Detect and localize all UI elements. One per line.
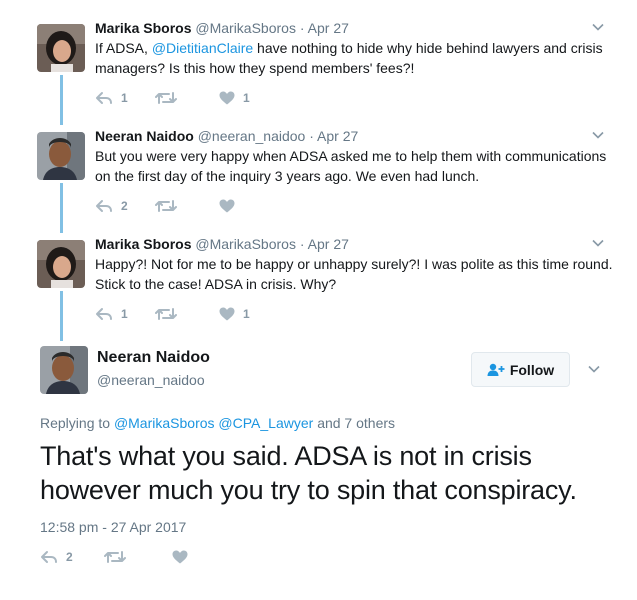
heart-icon [219,91,235,105]
chevron-down-icon[interactable] [591,128,605,142]
tweet-actions: 1 1 [95,91,277,105]
retweet-button[interactable] [155,307,193,321]
follow-user-icon [487,363,505,376]
like-count: 1 [243,91,250,105]
tweet-date[interactable]: Apr 27 [308,236,349,252]
author-name[interactable]: Marika Sboros [95,236,191,252]
tweet-header: Marika Sboros @MarikaSboros · Apr 27 [95,236,349,252]
avatar[interactable] [37,240,85,288]
mention-link[interactable]: @MarikaSboros [114,415,215,431]
thread-tweet[interactable]: Marika Sboros @MarikaSboros · Apr 27 If … [0,20,637,115]
author-handle[interactable]: @MarikaSboros [195,236,296,252]
author-handle[interactable]: @neeran_naidoo [97,372,205,388]
chevron-down-icon[interactable] [591,236,605,250]
tweet-actions: 2 [95,199,277,213]
tweet-text: If ADSA, @DietitianClaire have nothing t… [95,38,615,78]
reply-count: 1 [121,91,128,105]
reply-icon [41,551,57,563]
tweet-header: Neeran Naidoo @neeran_naidoo · Apr 27 [95,128,358,144]
follow-label: Follow [509,361,555,378]
like-count: 1 [243,307,250,321]
heart-icon [172,550,188,564]
author-handle[interactable]: @MarikaSboros [195,20,296,36]
thread-tweet[interactable]: Neeran Naidoo @neeran_naidoo · Apr 27 Bu… [0,128,637,223]
reply-icon [96,200,112,212]
retweet-button[interactable] [155,199,193,213]
avatar[interactable] [37,132,85,180]
heart-icon [219,199,235,213]
avatar[interactable] [40,346,88,394]
author-handle[interactable]: @neeran_naidoo [198,128,306,144]
reply-count: 2 [66,550,73,564]
retweet-icon [104,551,126,563]
separator-dot: · [299,20,305,36]
tweet-date[interactable]: Apr 27 [317,128,358,144]
retweet-button[interactable] [104,550,142,564]
author-name[interactable]: Neeran Naidoo [95,128,194,144]
tweet-date[interactable]: Apr 27 [308,20,349,36]
tweet-text-part: If ADSA, [95,40,152,56]
retweet-icon [155,308,177,320]
replying-prefix: Replying to [40,415,111,431]
tweet-text: Happy?! Not for me to be happy or unhapp… [95,256,613,292]
retweet-icon [155,200,177,212]
avatar[interactable] [37,24,85,72]
separator-dot: · [299,236,305,252]
reply-icon [96,308,112,320]
tweet-header: Marika Sboros @MarikaSboros · Apr 27 [95,20,349,36]
like-button[interactable]: 1 [219,307,251,321]
separator-dot: · [309,128,314,144]
heart-icon [219,307,235,321]
chevron-down-icon[interactable] [591,20,605,34]
tweet-timestamp[interactable]: 12:58 pm - 27 Apr 2017 [40,519,186,535]
tweet-actions: 2 [40,550,234,564]
reply-icon [96,92,112,104]
follow-button[interactable]: Follow [471,352,570,387]
author-name[interactable]: Neeran Naidoo [97,349,210,367]
retweet-button[interactable] [155,91,193,105]
like-button[interactable]: 1 [219,91,251,105]
reply-button[interactable]: 1 [95,307,129,321]
tweet-text: But you were very happy when ADSA asked … [95,148,607,184]
tweet-actions: 1 1 [95,307,277,321]
replying-to: Replying to @MarikaSboros @CPA_Lawyer an… [40,415,395,431]
reply-button[interactable]: 2 [40,550,74,564]
reply-count: 1 [121,307,128,321]
mention-link[interactable]: @DietitianClaire [152,40,253,56]
author-name[interactable]: Marika Sboros [95,20,191,36]
like-button[interactable] [172,550,204,564]
reply-count: 2 [121,199,128,213]
reply-button[interactable]: 2 [95,199,129,213]
thread-tweet[interactable]: Marika Sboros @MarikaSboros · Apr 27 Hap… [0,236,637,331]
replying-others[interactable]: and 7 others [317,415,395,431]
like-button[interactable] [219,199,251,213]
reply-button[interactable]: 1 [95,91,129,105]
chevron-down-icon[interactable] [587,362,601,376]
main-tweet-text: That's what you said. ADSA is not in cri… [40,441,577,505]
mention-link[interactable]: @CPA_Lawyer [218,415,313,431]
retweet-icon [155,92,177,104]
